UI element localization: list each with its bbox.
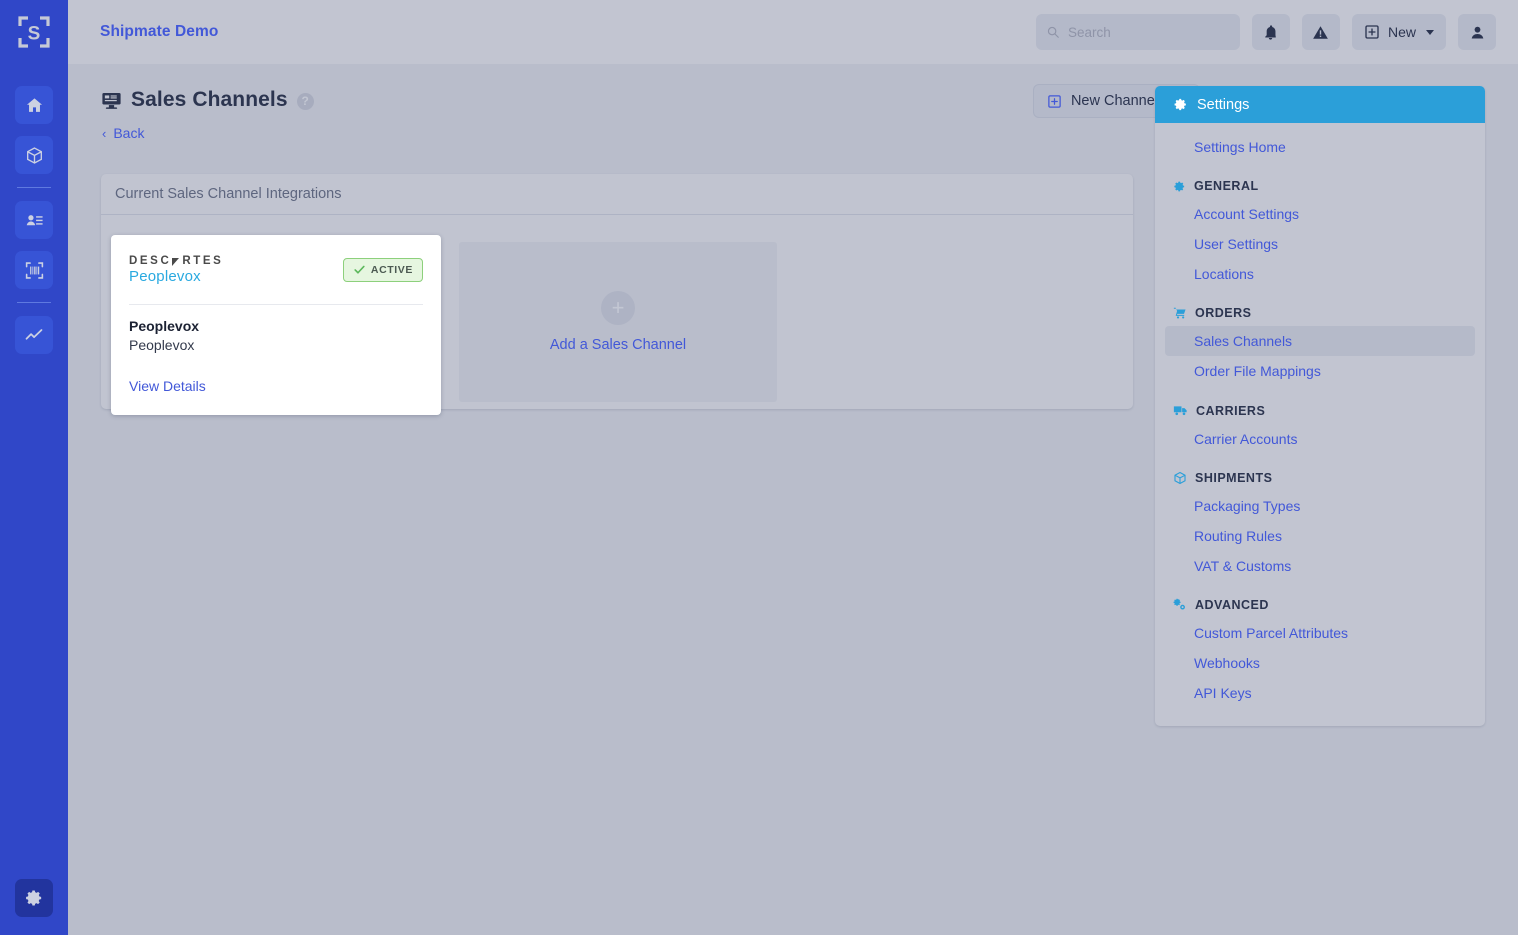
settings-groups: GENERAL Account Settings User Settings Loca… [1155,162,1485,708]
descartes-peoplevox-logo: DESC RTES Peoplevox [129,255,223,285]
view-details-link[interactable]: View Details [129,378,206,394]
rail-item-settings[interactable] [15,879,53,917]
plus-circle-icon: + [601,291,635,325]
settings-group-label: CARRIERS [1196,403,1266,418]
search-icon [1047,26,1059,38]
new-channel-label: New Channel [1070,93,1158,109]
plus-box-icon [1365,25,1379,39]
bell-icon [1265,24,1277,40]
user-icon [1471,26,1483,39]
settings-group-carriers: CARRIERS [1155,386,1485,424]
rail-divider-1 [17,187,51,188]
brand-name[interactable]: Shipmate Demo [100,23,218,41]
card-title: Peoplevox [129,318,200,334]
chevron-left-icon: ‹ [102,125,107,141]
back-link[interactable]: ‹ Back [102,125,144,141]
settings-sidebar: Settings Settings Home GENERAL Account Se… [1155,86,1485,726]
sidebar-item-order-file-mappings[interactable]: Order File Mappings [1165,356,1475,386]
cogs-icon [1173,598,1187,612]
top-bar-actions: New [1035,14,1496,50]
settings-title: Settings [1197,96,1250,113]
card-header: DESC RTES Peoplevox ACTIVE [129,235,423,305]
sidebar-item-packaging-types[interactable]: Packaging Types [1165,491,1475,521]
descartes-wordmark-start: DESC [129,254,172,267]
box-icon [26,146,42,164]
rail-item-address-book[interactable] [15,201,53,239]
card-subtitle: Peoplevox [129,337,195,353]
svg-text:S: S [28,24,41,45]
settings-header: Settings [1155,86,1485,123]
sidebar-item-api-keys[interactable]: API Keys [1165,678,1475,708]
panel-header-title: Current Sales Channel Integrations [115,186,342,202]
descartes-wordmark-end: RTES [182,254,224,267]
search-box[interactable] [1035,14,1240,50]
alerts-button[interactable] [1301,14,1340,50]
app-logo[interactable]: S [0,0,68,64]
page-body: Sales Channels ? ‹ Back New Channel N Cu… [68,64,1518,935]
back-link-label: Back [113,125,145,141]
sidebar-item-user-settings[interactable]: User Settings [1165,229,1475,259]
rail-item-reports[interactable] [15,316,53,354]
settings-group-general: GENERAL [1155,162,1485,199]
settings-group-label: ADVANCED [1195,598,1269,612]
rail-divider-2 [17,302,51,303]
notifications-button[interactable] [1251,14,1290,50]
contact-card-icon [26,214,43,225]
settings-group-label: GENERAL [1194,179,1259,193]
status-badge-label: ACTIVE [370,263,413,276]
new-button[interactable]: New [1351,14,1446,50]
gear-icon [26,890,42,906]
settings-group-label: SHIPMENTS [1195,471,1273,485]
integrations-panel: Current Sales Channel Integrations DESC … [101,174,1133,415]
help-icon[interactable]: ? [296,92,314,110]
cart-icon [1173,306,1187,320]
rail-item-scan[interactable] [15,251,53,289]
page-title: Sales Channels [131,88,288,111]
rail-item-home[interactable] [15,86,53,124]
gear-icon [1173,180,1186,193]
panel-header: Current Sales Channel Integrations [101,174,1133,215]
check-icon [354,265,365,274]
settings-group-orders: ORDERS [1155,289,1485,326]
peoplevox-wordmark: Peoplevox [129,267,201,285]
logo-icon: S [18,16,50,48]
sidebar-item-account-settings[interactable]: Account Settings [1165,199,1475,229]
sidebar-item-sales-channels[interactable]: Sales Channels [1165,326,1475,356]
settings-group-advanced: ADVANCED [1155,581,1485,618]
display-monitor-icon [102,92,121,109]
settings-group-shipments: SHIPMENTS [1155,454,1485,491]
sidebar-item-webhooks[interactable]: Webhooks [1165,648,1475,678]
panel-body: DESC RTES Peoplevox ACTIVE Peoplevox Peo… [101,215,1133,415]
warning-triangle-icon [1313,25,1329,39]
sidebar-item-custom-parcel-attributes[interactable]: Custom Parcel Attributes [1165,618,1475,648]
barcode-scan-icon [25,261,43,279]
new-button-label: New [1387,24,1416,40]
chevron-down-icon [1426,29,1434,35]
rail-item-shipments[interactable] [15,136,53,174]
line-chart-icon [25,329,43,340]
add-sales-channel-tile[interactable]: + Add a Sales Channel [459,242,777,402]
home-icon [26,97,42,112]
sidebar-item-carrier-accounts[interactable]: Carrier Accounts [1165,424,1475,454]
settings-group-label: ORDERS [1195,306,1252,320]
left-nav-rail: S [0,0,68,935]
descartes-triangle-icon [172,257,180,266]
search-input[interactable] [1067,24,1228,40]
sidebar-item-settings-home[interactable]: Settings Home [1165,132,1475,162]
add-sales-channel-label: Add a Sales Channel [549,337,687,353]
status-badge: ACTIVE [342,257,423,282]
box-icon [1173,471,1187,485]
gear-icon [1174,98,1186,111]
account-button[interactable] [1458,14,1496,50]
sidebar-item-routing-rules[interactable]: Routing Rules [1165,521,1475,551]
truck-icon [1173,403,1188,418]
sidebar-item-locations[interactable]: Locations [1165,259,1475,289]
plus-box-icon [1048,94,1061,108]
integration-card-peoplevox[interactable]: DESC RTES Peoplevox ACTIVE Peoplevox Peo… [111,235,441,415]
page-header: Sales Channels ? [101,88,314,112]
sidebar-item-vat-customs[interactable]: VAT & Customs [1165,551,1475,581]
top-bar: Shipmate Demo New [68,0,1518,64]
descartes-wordmark: DESC RTES [129,255,223,267]
